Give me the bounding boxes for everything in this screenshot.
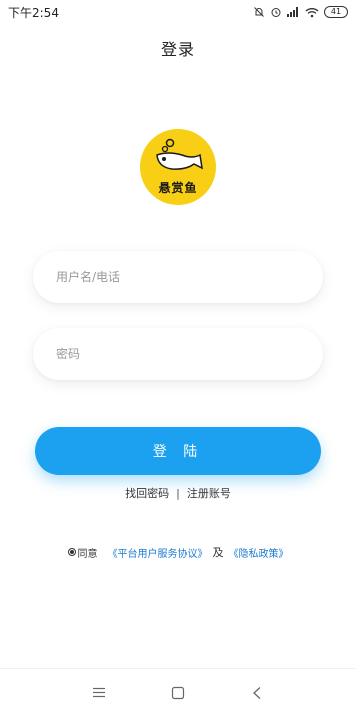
- password-input[interactable]: [56, 347, 323, 361]
- agree-label: 同意: [77, 548, 98, 560]
- register-link[interactable]: 注册账号: [187, 485, 231, 501]
- status-time: 下午2:54: [8, 5, 59, 20]
- fish-icon: [156, 138, 203, 170]
- system-nav-bar: [0, 668, 356, 716]
- app-logo: 悬赏鱼: [140, 129, 216, 205]
- status-bar: 下午2:54 41: [0, 0, 356, 24]
- links-separator: |: [176, 486, 180, 500]
- agreement-row: 同意 《平台用户服务协议》 及 《隐私政策》: [0, 544, 356, 560]
- battery-icon: 41: [324, 6, 348, 18]
- back-chevron-icon[interactable]: [245, 681, 269, 705]
- and-label: 及: [212, 546, 224, 559]
- privacy-policy-link[interactable]: 《隐私政策》: [229, 545, 289, 560]
- username-input[interactable]: [56, 270, 323, 284]
- logo-text: 悬赏鱼: [158, 181, 198, 195]
- signal-icon: [287, 7, 298, 17]
- alarm-icon: [271, 8, 281, 17]
- password-field[interactable]: [33, 328, 323, 380]
- menu-icon[interactable]: [87, 681, 111, 705]
- agree-radio[interactable]: [67, 548, 76, 556]
- forgot-password-link[interactable]: 找回密码: [125, 485, 169, 501]
- platform-agreement-link[interactable]: 《平台用户服务协议》: [108, 545, 208, 560]
- auth-links: 找回密码 | 注册账号: [0, 485, 356, 501]
- status-icons: 41: [253, 6, 348, 18]
- wifi-icon: [305, 7, 319, 17]
- home-square-icon[interactable]: [166, 681, 190, 705]
- login-button[interactable]: 登 陆: [35, 427, 321, 475]
- page-title: 登录: [160, 40, 195, 59]
- username-field[interactable]: [33, 251, 323, 303]
- mute-bell-icon: [254, 7, 264, 17]
